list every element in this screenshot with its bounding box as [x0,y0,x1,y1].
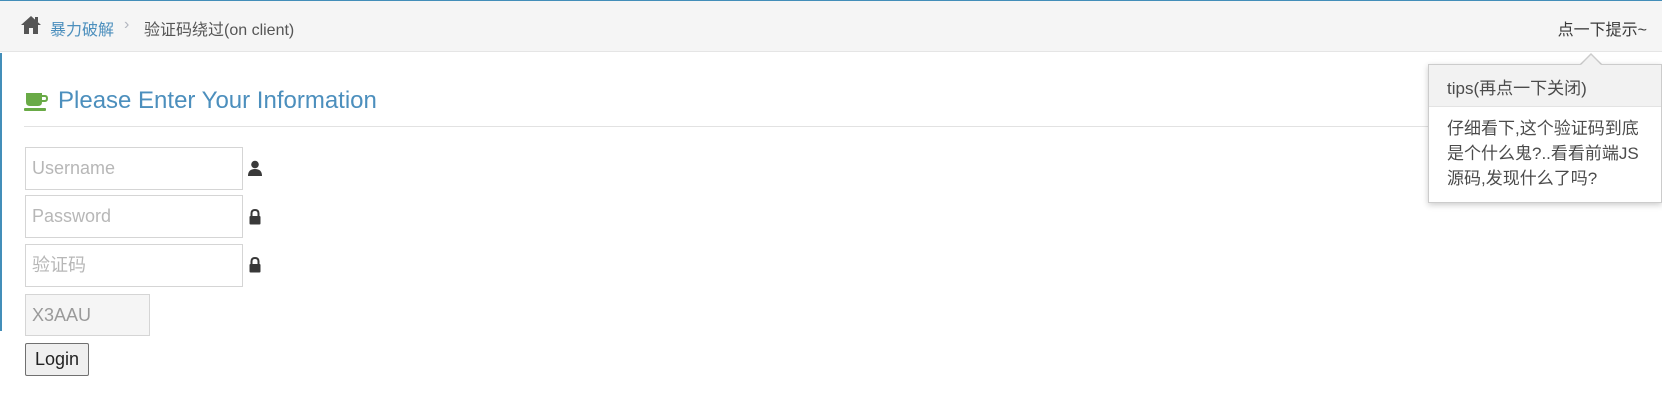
breadcrumb: 暴力破解 › 验证码绕过(on client) 点一下提示~ [0,1,1662,52]
coffee-icon [24,93,48,111]
popover-title[interactable]: tips(再点一下关闭) [1429,65,1661,107]
captcha-code-display[interactable]: X3AAU [25,294,150,336]
tips-popover[interactable]: tips(再点一下关闭) 仔细看下,这个验证码到底是个什么鬼?..看看前端JS源… [1428,64,1662,203]
login-button[interactable]: Login [25,343,89,376]
password-input[interactable] [25,195,243,238]
breadcrumb-link-brute-force[interactable]: 暴力破解 [50,16,114,40]
hint-toggle-link[interactable]: 点一下提示~ [1558,16,1647,40]
user-icon [248,160,262,176]
username-input[interactable] [25,147,243,190]
captcha-input[interactable] [25,244,243,287]
page: 暴力破解 › 验证码绕过(on client) 点一下提示~ Please En… [0,0,1662,405]
breadcrumb-current-page: 验证码绕过(on client) [144,22,295,39]
lock-icon [249,209,261,225]
page-header: Please Enter Your Information [24,86,1429,127]
page-title: Please Enter Your Information [58,87,377,114]
breadcrumb-separator: › [124,16,130,33]
home-icon[interactable] [20,15,42,35]
lock-icon [249,257,261,273]
popover-arrow-inner [1581,55,1601,65]
left-accent-bar [0,53,2,331]
popover-content: 仔细看下,这个验证码到底是个什么鬼?..看看前端JS源码,发现什么了吗? [1447,119,1639,188]
